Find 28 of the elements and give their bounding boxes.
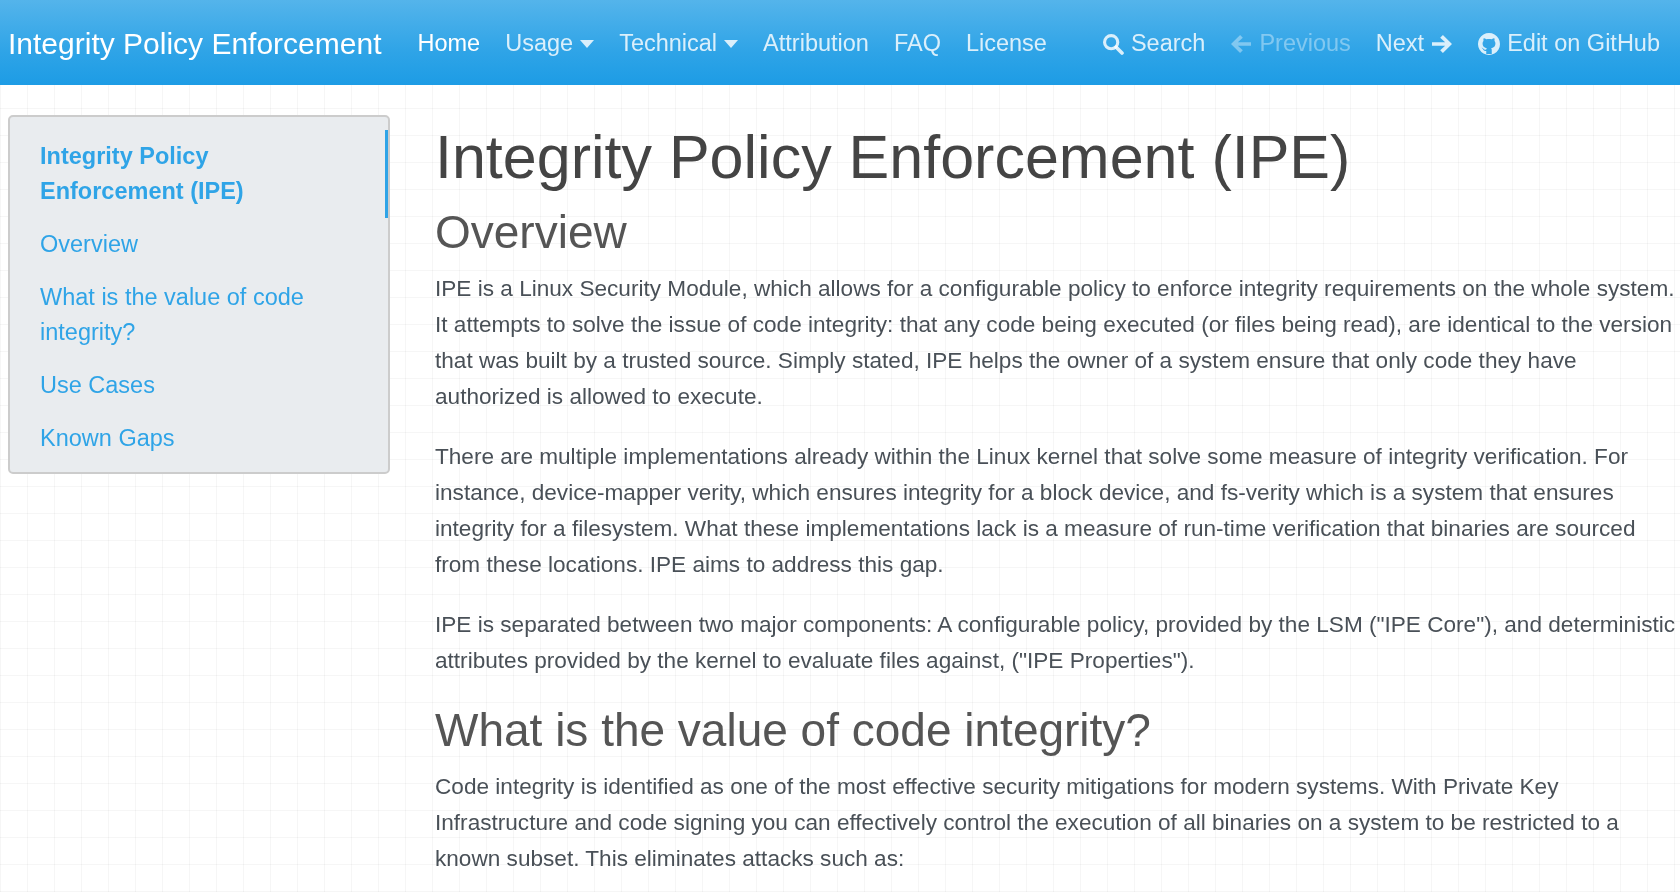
nav-link[interactable]: License xyxy=(965,25,1047,62)
nav-link[interactable]: Usage xyxy=(505,25,595,62)
nav-link[interactable]: Attribution xyxy=(763,25,869,62)
sidebar-link[interactable]: Use Cases xyxy=(10,359,388,412)
paragraph: IPE is separated between two major components: A configurable policy, provided by the LSM ("IPE Core"), and deterministic attributes provided by the kernel to evaluate files against, ("IPE Properties"). xyxy=(435,611,1677,675)
nav-link[interactable]: Edit on GitHub xyxy=(1478,25,1660,62)
sidebar-link[interactable]: Integrity Policy Enforcement (IPE) xyxy=(10,130,388,218)
sidebar-link[interactable]: What is the value of code integrity? xyxy=(10,271,388,359)
paragraph: Code integrity is identified as one of the most effective security mitigations for modern systems. With Private Key Infrastructure and code signing you can effectively control the execution of all binaries on a system to be restricted to a known subset. This eliminates attacks such as: xyxy=(435,773,1620,873)
page-title: Integrity Policy Enforcement (IPE) xyxy=(435,122,1352,193)
brand-link[interactable]: Integrity Policy Enforcement xyxy=(8,21,382,66)
nav-link[interactable]: Next xyxy=(1375,25,1454,62)
paragraph: IPE is a Linux Security Module, which allows for a configurable policy to enforce integrity requirements on the whole system. It attempts to solve the issue of code integrity: that any code being executed (or files being read), are identical to the version that was built by a trusted source. Simply stated, IPE helps the owner of a system ensure that only code they have authorized is allowed to execute. xyxy=(435,275,1676,411)
nav-link[interactable]: Search xyxy=(1101,25,1206,62)
sidebar-link[interactable]: Known Gaps xyxy=(10,412,388,465)
caret-icon xyxy=(580,39,595,48)
paragraph: There are multiple implementations already within the Linux kernel that solve some measure of integrity verification. For instance, device-mapper verity, which ensures integrity for a block device, and fs-verity which is a system that ensures integrity for a filesystem. What these implementations lack is a measure of run-time verification that binaries are sourced from these locations. IPE aims to address this gap. xyxy=(435,443,1637,579)
arrow-left-icon xyxy=(1230,33,1253,54)
cat-icon xyxy=(1478,32,1501,55)
caret-icon xyxy=(724,39,739,48)
arrow-right-icon xyxy=(1431,33,1454,54)
search-icon xyxy=(1101,32,1124,55)
nav-link[interactable]: FAQ xyxy=(893,25,941,62)
section-heading: What is the value of code integrity? xyxy=(435,703,1152,758)
nav-link[interactable]: Home xyxy=(417,25,481,62)
section-heading: Overview xyxy=(435,205,628,260)
nav-link[interactable]: Technical xyxy=(619,25,739,62)
sidebar-link[interactable]: Overview xyxy=(10,218,388,271)
